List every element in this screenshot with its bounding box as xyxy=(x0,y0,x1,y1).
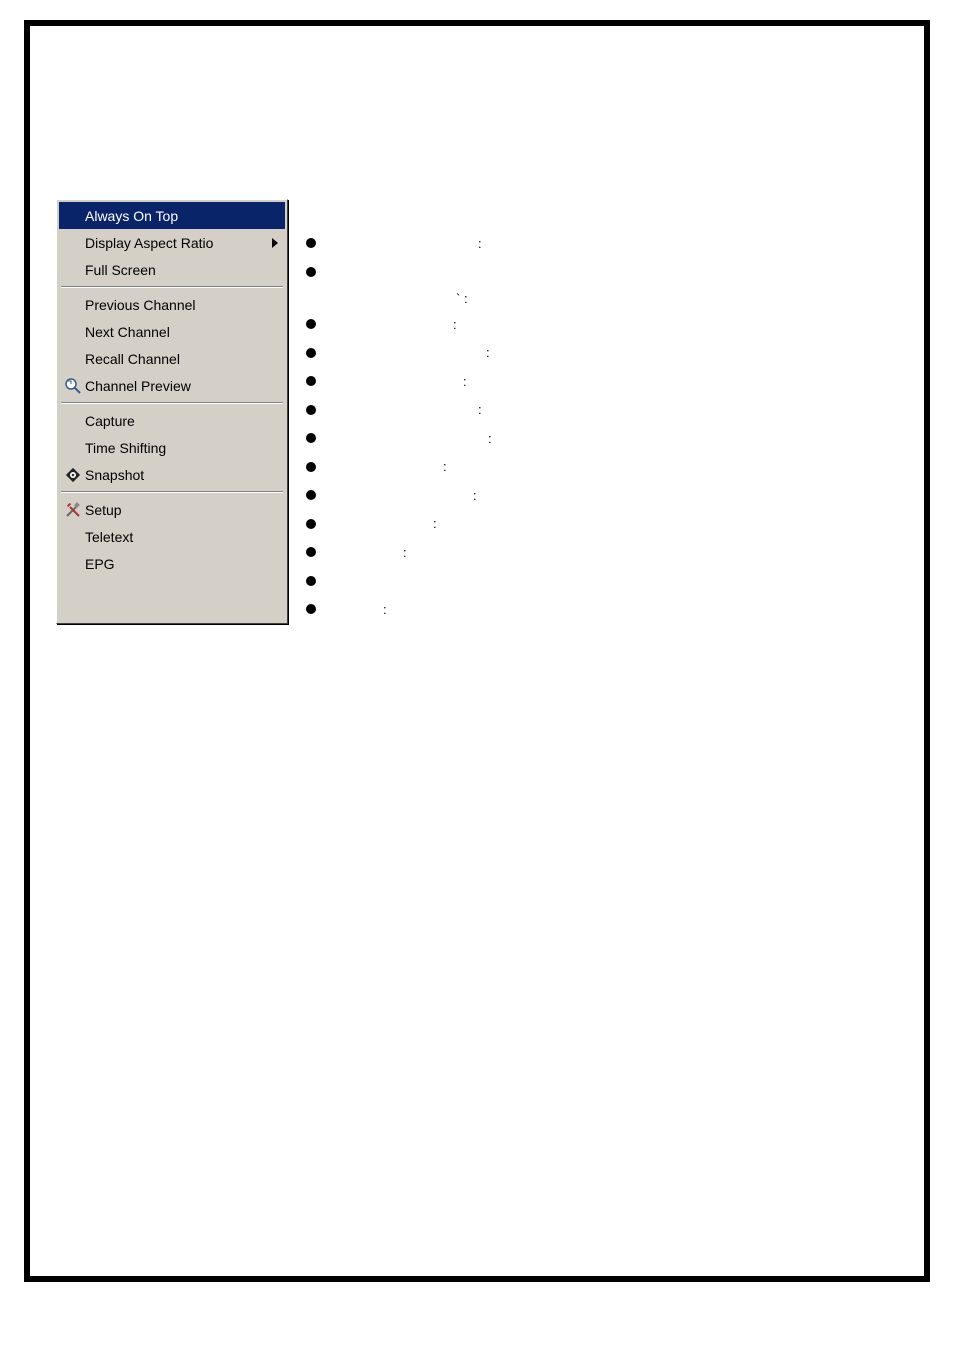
bullet-icon xyxy=(306,348,316,358)
desc-row: : xyxy=(306,339,492,368)
bullet-icon xyxy=(306,576,316,586)
desc-row: : xyxy=(306,229,492,258)
desc-tail: : xyxy=(486,345,490,360)
menu-item-next-channel[interactable]: Next Channel xyxy=(59,318,285,345)
menu-label: Channel Preview xyxy=(85,378,269,394)
desc-tail: : xyxy=(403,545,407,560)
menu-label: EPG xyxy=(85,556,269,572)
menu-label: Capture xyxy=(85,413,269,429)
desc-row: : xyxy=(306,367,492,396)
desc-tail: : xyxy=(473,488,477,503)
desc-tail: : xyxy=(488,431,492,446)
menu-label: Recall Channel xyxy=(85,351,269,367)
desc-row: : xyxy=(306,538,492,567)
context-menu: Always On Top Display Aspect Ratio Full … xyxy=(56,199,288,624)
menu-item-teletext[interactable]: Teletext xyxy=(59,523,285,550)
menu-item-epg[interactable]: EPG xyxy=(59,550,285,577)
desc-tail: ` : xyxy=(456,291,468,306)
desc-tail: : xyxy=(453,317,457,332)
menu-item-capture[interactable]: Capture xyxy=(59,407,285,434)
description-column: : ` : : : : xyxy=(306,199,492,624)
desc-tail: : xyxy=(478,402,482,417)
menu-label: Next Channel xyxy=(85,324,269,340)
desc-row: : xyxy=(306,396,492,425)
menu-item-always-on-top[interactable]: Always On Top xyxy=(59,202,285,229)
menu-label: Teletext xyxy=(85,529,269,545)
menu-item-snapshot[interactable]: Snapshot xyxy=(59,461,285,488)
bullet-icon xyxy=(306,238,316,248)
menu-item-display-aspect-ratio[interactable]: Display Aspect Ratio xyxy=(59,229,285,256)
menu-item-channel-preview[interactable]: Channel Preview xyxy=(59,372,285,399)
magnifier-icon xyxy=(61,377,85,395)
menu-label: Always On Top xyxy=(85,208,269,224)
menu-item-recall-channel[interactable]: Recall Channel xyxy=(59,345,285,372)
tools-icon xyxy=(61,501,85,519)
desc-tail: : xyxy=(443,459,447,474)
menu-item-setup[interactable]: Setup xyxy=(59,496,285,523)
menu-label: Previous Channel xyxy=(85,297,269,313)
content-row: Always On Top Display Aspect Ratio Full … xyxy=(56,199,492,624)
bullet-icon xyxy=(306,519,316,529)
page-border: Always On Top Display Aspect Ratio Full … xyxy=(24,20,930,1282)
menu-label: Snapshot xyxy=(85,467,269,483)
menu-item-previous-channel[interactable]: Previous Channel xyxy=(59,291,285,318)
desc-row-indent: ` : xyxy=(306,286,492,310)
menu-label: Display Aspect Ratio xyxy=(85,235,269,251)
bullet-icon xyxy=(306,319,316,329)
menu-label: Full Screen xyxy=(85,262,269,278)
desc-tail: : xyxy=(383,602,387,617)
desc-row: : xyxy=(306,424,492,453)
desc-row: : xyxy=(306,453,492,482)
menu-separator xyxy=(61,491,283,493)
bullet-icon xyxy=(306,547,316,557)
desc-row xyxy=(306,567,492,596)
submenu-arrow-icon xyxy=(269,238,281,248)
bullet-icon xyxy=(306,376,316,386)
desc-tail: : xyxy=(463,374,467,389)
desc-tail: : xyxy=(433,516,437,531)
bullet-icon xyxy=(306,433,316,443)
menu-separator xyxy=(61,402,283,404)
desc-row: : xyxy=(306,510,492,539)
bullet-icon xyxy=(306,462,316,472)
menu-separator xyxy=(61,286,283,288)
menu-label: Setup xyxy=(85,502,269,518)
desc-tail: : xyxy=(478,236,482,251)
desc-row: : xyxy=(306,595,492,624)
menu-item-full-screen[interactable]: Full Screen xyxy=(59,256,285,283)
menu-item-time-shifting[interactable]: Time Shifting xyxy=(59,434,285,461)
desc-row xyxy=(306,258,492,287)
bullet-icon xyxy=(306,267,316,277)
desc-row: : xyxy=(306,310,492,339)
menu-label: Time Shifting xyxy=(85,440,269,456)
bullet-icon xyxy=(306,490,316,500)
bullet-icon xyxy=(306,604,316,614)
bullet-icon xyxy=(306,405,316,415)
snapshot-icon xyxy=(61,466,85,484)
desc-row: : xyxy=(306,481,492,510)
